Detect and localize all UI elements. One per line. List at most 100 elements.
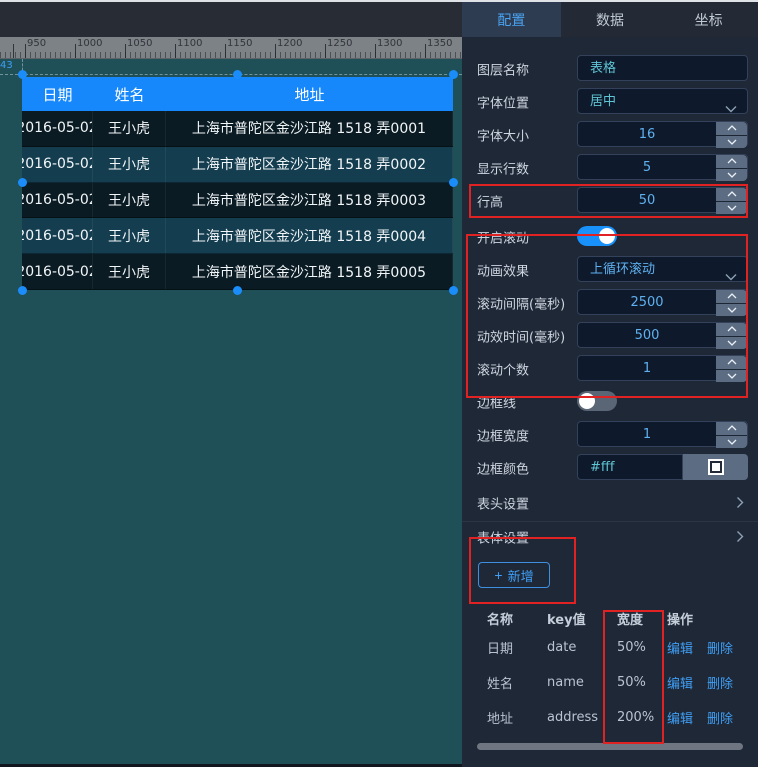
step-up-icon[interactable] [716, 188, 747, 202]
field-label: 动画效果 [477, 260, 529, 279]
row-count-value: 5 [578, 155, 716, 181]
field-scroll-interval: 滚动间隔(毫秒) 2500 [462, 286, 758, 319]
chevron-right-icon [736, 528, 744, 547]
resize-handle-middle-right[interactable] [449, 178, 458, 187]
section-header-settings[interactable]: 表头设置 [462, 484, 758, 522]
ruler-tick-label: 1250 [327, 38, 352, 49]
field-animation: 动画效果 上循环滚动 [462, 253, 758, 286]
ruler-tick-label: 1200 [277, 38, 302, 49]
font-size-value: 16 [578, 122, 716, 148]
ruler-tick-label: 1050 [127, 38, 152, 49]
section-body-settings[interactable]: 表体设置 [462, 522, 758, 552]
resize-handle-top-left[interactable] [18, 70, 27, 79]
columns-table-row: 姓名 name 50% 编辑 删除 [462, 665, 758, 700]
cell-name: 王小虎 [93, 218, 166, 253]
cell-address: 上海市普陀区金沙江路 1518 弄0004 [166, 218, 453, 253]
step-up-icon[interactable] [716, 422, 747, 436]
section-title: 表体设置 [477, 528, 529, 547]
cell-address: 上海市普陀区金沙江路 1518 弄0005 [166, 254, 453, 289]
field-border-color: 边框颜色 #fff [462, 451, 758, 484]
col-name: 日期 [487, 638, 547, 657]
field-layer-name: 图层名称 表格 [462, 52, 758, 85]
step-down-icon[interactable] [716, 337, 747, 350]
table-widget-header-cell: 姓名 [93, 77, 166, 111]
editor-canvas: 950 1000 1050 1100 1150 1200 1250 1300 1… [0, 2, 462, 767]
border-color-input[interactable]: #fff [577, 454, 683, 480]
field-row-count: 显示行数 5 [462, 151, 758, 184]
design-stage[interactable]: 43 日期 姓名 地址 2016-05-02 王小虎 上海市普陀区金沙江路 15… [0, 59, 462, 764]
resize-handle-bottom-right[interactable] [449, 286, 458, 295]
edit-link[interactable]: 编辑 [667, 673, 693, 692]
ruler-tick-label: 1350 [427, 38, 452, 49]
step-up-icon[interactable] [716, 290, 747, 304]
col-width: 50% [617, 675, 667, 690]
window-top-edge [0, 0, 758, 2]
resize-handle-top-right[interactable] [449, 70, 458, 79]
panel-tab-bar: 配置 数据 坐标 [462, 2, 758, 37]
horizontal-scrollbar[interactable] [477, 743, 743, 750]
color-swatch-icon [708, 459, 724, 475]
step-down-icon[interactable] [716, 370, 747, 383]
field-scroll-enabled: 开启滚动 [462, 220, 758, 253]
field-animation-duration: 动效时间(毫秒) 500 [462, 319, 758, 352]
border-line-toggle[interactable] [577, 391, 617, 411]
step-down-icon[interactable] [716, 169, 747, 182]
resize-handle-bottom-left[interactable] [18, 286, 27, 295]
animation-select[interactable]: 上循环滚动 [577, 256, 748, 282]
layer-name-value: 表格 [590, 56, 616, 82]
table-widget-header-cell: 地址 [166, 77, 453, 111]
chevron-down-icon [725, 98, 737, 117]
cell-date: 2016-05-02 [22, 147, 93, 182]
resize-handle-bottom-center[interactable] [233, 286, 242, 295]
ruler-tick-label: 1300 [377, 38, 402, 49]
add-button-label: 新增 [508, 566, 534, 585]
tab-coords[interactable]: 坐标 [659, 2, 758, 37]
step-down-icon[interactable] [716, 436, 747, 449]
step-down-icon[interactable] [716, 202, 747, 215]
step-down-icon[interactable] [716, 136, 747, 149]
field-label: 字体大小 [477, 125, 529, 144]
config-form: 图层名称 表格 字体位置 居中 字体大小 16 [462, 37, 758, 750]
step-up-icon[interactable] [716, 122, 747, 136]
col-name: 地址 [487, 708, 547, 727]
row-height-input[interactable]: 50 [577, 187, 748, 213]
field-label: 图层名称 [477, 59, 529, 78]
font-position-select[interactable]: 居中 [577, 88, 748, 114]
border-width-input[interactable]: 1 [577, 421, 748, 447]
scroll-interval-input[interactable]: 2500 [577, 289, 748, 315]
table-widget[interactable]: 日期 姓名 地址 2016-05-02 王小虎 上海市普陀区金沙江路 1518 … [22, 77, 453, 290]
border-color-value: #fff [590, 455, 614, 481]
delete-link[interactable]: 删除 [707, 708, 733, 727]
delete-link[interactable]: 删除 [707, 673, 733, 692]
table-row: 2016-05-02 王小虎 上海市普陀区金沙江路 1518 弄0003 [22, 183, 453, 219]
table-widget-header-cell: 日期 [22, 77, 93, 111]
field-label: 边框颜色 [477, 458, 529, 477]
resize-handle-top-center[interactable] [233, 70, 242, 79]
tab-data[interactable]: 数据 [561, 2, 660, 37]
cell-date: 2016-05-02 [22, 218, 93, 253]
table-row: 2016-05-02 王小虎 上海市普陀区金沙江路 1518 弄0002 [22, 147, 453, 183]
layer-name-input[interactable]: 表格 [577, 55, 748, 81]
ruler-tick-label: 950 [27, 38, 46, 49]
tab-config[interactable]: 配置 [462, 2, 561, 37]
scroll-count-input[interactable]: 1 [577, 355, 748, 381]
step-up-icon[interactable] [716, 356, 747, 370]
scroll-enabled-toggle[interactable] [577, 226, 617, 246]
step-down-icon[interactable] [716, 304, 747, 317]
animation-duration-input[interactable]: 500 [577, 322, 748, 348]
edit-link[interactable]: 编辑 [667, 708, 693, 727]
row-count-input[interactable]: 5 [577, 154, 748, 180]
add-column-button[interactable]: + 新增 [478, 562, 550, 588]
step-up-icon[interactable] [716, 155, 747, 169]
resize-handle-middle-left[interactable] [18, 178, 27, 187]
delete-link[interactable]: 删除 [707, 638, 733, 657]
color-picker-button[interactable] [683, 454, 748, 480]
step-up-icon[interactable] [716, 323, 747, 337]
edit-link[interactable]: 编辑 [667, 638, 693, 657]
font-size-input[interactable]: 16 [577, 121, 748, 147]
columns-table-row: 日期 date 50% 编辑 删除 [462, 630, 758, 665]
field-font-size: 字体大小 16 [462, 118, 758, 151]
field-label: 开启滚动 [477, 227, 529, 246]
col-name: 姓名 [487, 673, 547, 692]
toggle-knob [599, 228, 615, 244]
